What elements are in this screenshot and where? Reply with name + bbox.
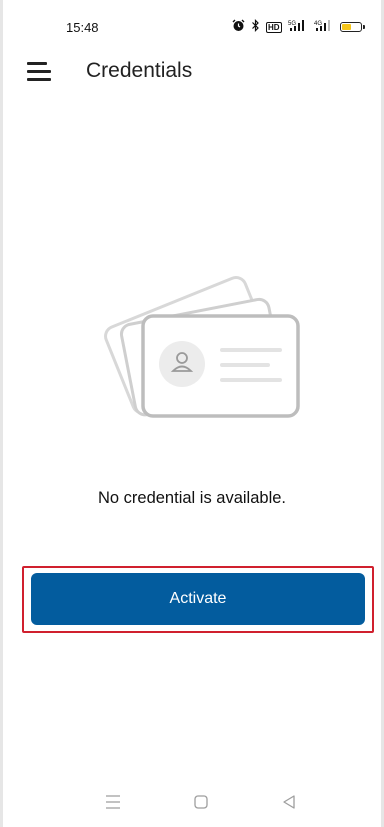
nav-home-icon[interactable] bbox=[189, 790, 213, 814]
bluetooth-icon bbox=[251, 18, 260, 36]
signal-4g-icon: 4G bbox=[314, 19, 334, 36]
status-bar: 15:48 HD 5G 4G bbox=[3, 0, 381, 52]
empty-state-message: No credential is available. bbox=[97, 489, 287, 507]
page-title: Credentials bbox=[86, 59, 193, 82]
status-time: 15:48 bbox=[66, 20, 99, 35]
id-cards-icon bbox=[98, 252, 308, 429]
phone-screen: 15:48 HD 5G 4G Credentials No credential… bbox=[3, 0, 381, 827]
status-icons: HD 5G 4G bbox=[232, 18, 365, 36]
hd-icon: HD bbox=[266, 21, 282, 33]
battery-level bbox=[341, 24, 352, 30]
nav-back-icon[interactable] bbox=[277, 790, 301, 814]
app-bar: Credentials bbox=[3, 52, 381, 96]
signal-5g-icon: 5G bbox=[288, 19, 308, 36]
hamburger-menu-icon[interactable] bbox=[27, 57, 55, 87]
battery-icon bbox=[339, 22, 365, 32]
system-nav-bar bbox=[3, 790, 381, 820]
alarm-icon bbox=[232, 19, 245, 36]
nav-menu-icon[interactable] bbox=[101, 790, 125, 814]
activate-button[interactable]: Activate bbox=[31, 573, 365, 625]
